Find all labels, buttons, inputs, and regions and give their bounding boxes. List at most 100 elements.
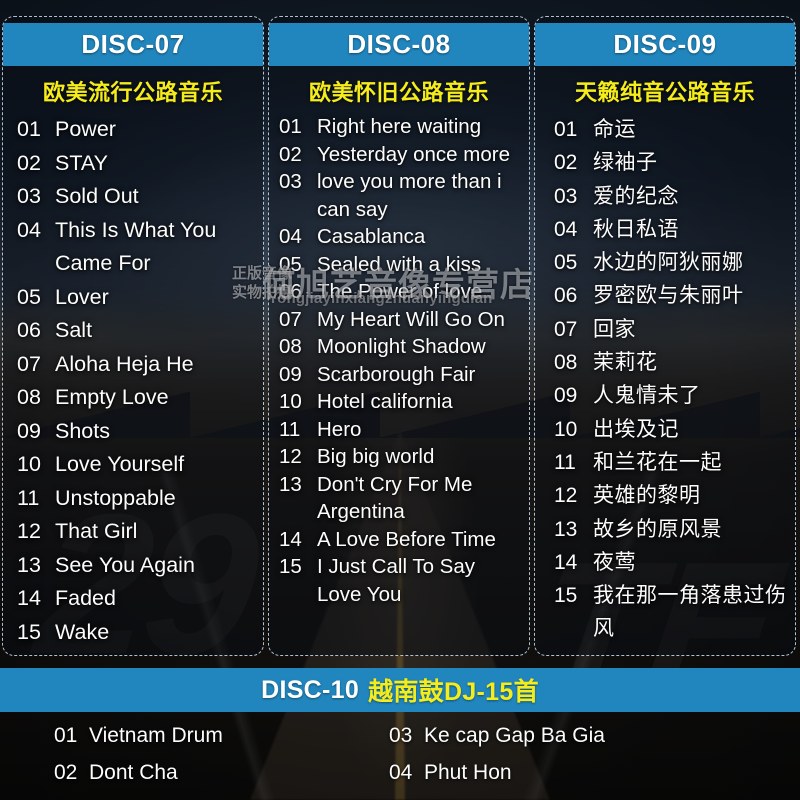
track-row: 02 绿袖子	[554, 146, 789, 179]
disc-card-07: DISC-07 欧美流行公路音乐 01 Power 02 STAY 03 Sold O…	[2, 16, 264, 656]
disc-card-09: DISC-09 天籁纯音公路音乐 01 命运 02 绿袖子 03 爱的纪念 04 秋日私…	[534, 16, 796, 656]
track-number: 09	[17, 418, 41, 443]
track-title: 夜莺	[593, 550, 636, 574]
track-title: That Girl	[55, 519, 138, 543]
track-row: 01 命运	[554, 113, 789, 146]
track-row: 12 That Girl	[17, 515, 257, 549]
track-number: 14	[279, 527, 302, 551]
track-row: 11 和兰花在一起	[554, 446, 789, 479]
track-number: 04	[389, 761, 413, 784]
disc-card-08-title: DISC-08	[347, 29, 451, 59]
track-row: 13 Don't Cry For Me Argentina	[279, 471, 523, 526]
track-title: Aloha Heja He	[55, 351, 194, 376]
track-number: 10	[554, 417, 578, 441]
track-number: 07	[554, 317, 578, 341]
track-number: 10	[279, 390, 302, 413]
track-row: 11 Hero	[279, 416, 523, 444]
track-title: Power	[55, 117, 116, 141]
track-row: 02 Yesterday once more	[279, 141, 523, 169]
track-number: 12	[17, 519, 41, 543]
track-row: 14 Faded	[17, 582, 257, 616]
track-title: Big big world	[317, 445, 435, 468]
track-number: 07	[17, 351, 41, 376]
track-title: Wake	[55, 619, 110, 644]
track-title: 命运	[593, 118, 636, 141]
track-number: 13	[279, 472, 302, 496]
track-title: See You Again	[55, 552, 195, 577]
track-row: 07 My Heart Will Go On	[279, 306, 523, 334]
track-title: Scarborough Fair	[317, 362, 476, 386]
track-row: 03 Ke cap Gap Ba Gia	[389, 722, 800, 750]
disc-card-07-header: DISC-07	[3, 23, 263, 66]
track-row: 07 Aloha Heja He	[17, 348, 257, 382]
track-number: 07	[279, 307, 302, 331]
track-row: 15 Wake	[17, 616, 257, 650]
track-row: 08 Moonlight Shadow	[279, 333, 523, 361]
track-title: Hotel california	[317, 390, 453, 413]
track-title: Moonlight Shadow	[317, 335, 486, 358]
track-row: 10 Love Yourself	[17, 448, 257, 482]
track-title: 茉莉花	[593, 351, 658, 375]
track-number: 12	[279, 445, 302, 468]
track-title: I Just Call To Say Love You	[317, 555, 475, 606]
track-number: 01	[554, 118, 578, 141]
track-title: 人鬼情未了	[593, 384, 701, 408]
track-row: 01 Vietnam Drum	[54, 722, 389, 750]
disc-card-list: DISC-07 欧美流行公路音乐 01 Power 02 STAY 03 Sold O…	[0, 16, 800, 656]
track-number: 02	[279, 142, 302, 166]
track-row: 12 Big big world	[279, 443, 523, 471]
track-title: Salt	[55, 318, 93, 342]
track-title: 爱的纪念	[593, 184, 679, 208]
disc-card-10-tracklist: 01 Vietnam Drum 03 Ke cap Gap Ba Gia 02 Don…	[0, 712, 800, 800]
track-row: 13 See You Again	[17, 549, 257, 583]
track-number: 13	[17, 552, 41, 577]
track-row: 09 人鬼情未了	[554, 379, 789, 412]
track-number: 05	[17, 284, 41, 309]
track-row: 12 英雄的黎明	[554, 479, 789, 512]
track-row: 04 Phut Hon	[389, 759, 800, 787]
track-number: 04	[17, 217, 41, 242]
disc-card-09-header: DISC-09	[535, 23, 795, 66]
track-number: 03	[389, 724, 413, 747]
track-title: 出埃及记	[593, 417, 679, 441]
track-number: 15	[17, 619, 41, 644]
track-title: 故乡的原风景	[593, 517, 722, 541]
track-row: 02 Dont Cha	[54, 759, 389, 787]
track-title: 英雄的黎明	[593, 484, 701, 508]
track-title: love you more than i can say	[317, 170, 502, 221]
track-number: 08	[17, 385, 41, 409]
track-title: 水边的阿狄丽娜	[593, 251, 744, 275]
track-number: 11	[279, 417, 301, 441]
track-row: 09 Scarborough Fair	[279, 361, 523, 389]
track-row: 15 I Just Call To Say Love You	[279, 553, 523, 608]
track-row: 10 Hotel california	[279, 388, 523, 416]
track-number: 08	[279, 335, 302, 358]
track-number: 02	[17, 150, 41, 175]
disc-card-08: DISC-08 欧美怀旧公路音乐 01 Right here waiting 02…	[268, 16, 530, 656]
track-row: 01 Power	[17, 113, 257, 147]
disc-card-09-title: DISC-09	[613, 29, 717, 59]
track-row: 03 Sold Out	[17, 180, 257, 214]
track-number: 03	[554, 184, 578, 208]
track-row: 06 罗密欧与朱丽叶	[554, 279, 789, 312]
track-title: STAY	[55, 150, 108, 175]
track-title: Ke cap Gap Ba Gia	[424, 724, 605, 747]
disc-card-08-header: DISC-08	[269, 23, 529, 66]
track-title: A Love Before Time	[317, 527, 496, 551]
track-row: 04 秋日私语	[554, 213, 789, 246]
track-title: Phut Hon	[424, 761, 512, 784]
track-title: This Is What You Came For	[55, 217, 217, 276]
track-number: 13	[554, 517, 578, 541]
track-title: Sealed with a kiss	[317, 252, 482, 276]
track-number: 03	[279, 170, 302, 193]
track-title: Vietnam Drum	[89, 724, 223, 747]
track-title: Lover	[55, 284, 109, 309]
track-title: Dont Cha	[89, 761, 178, 784]
track-row: 14 夜莺	[554, 546, 789, 579]
track-title: 绿袖子	[593, 151, 658, 175]
track-row: 02 STAY	[17, 147, 257, 181]
track-number: 01	[17, 117, 41, 141]
disc-card-09-subtitle: 天籁纯音公路音乐	[574, 80, 755, 105]
track-row: 03 爱的纪念	[554, 180, 789, 213]
track-title: Don't Cry For Me Argentina	[317, 472, 473, 524]
